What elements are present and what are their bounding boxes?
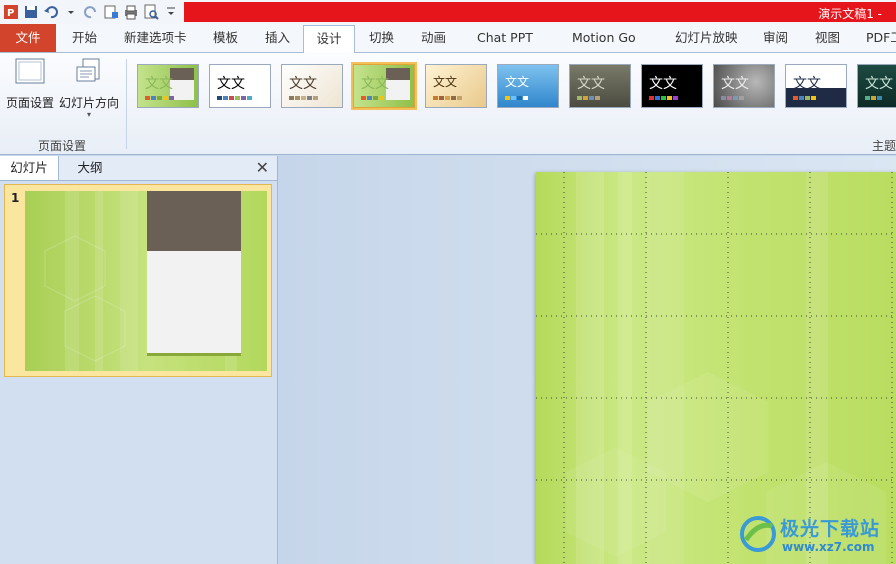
tab-file[interactable]: 文件 — [0, 24, 56, 52]
slide-thumbnail-image[interactable] — [25, 191, 267, 371]
save-icon[interactable] — [22, 3, 40, 21]
themes-group-label: 主题 — [871, 139, 896, 153]
slide-editor-area — [278, 156, 896, 564]
site-watermark: 极光下载站 www.xz7.com — [738, 510, 896, 560]
tab-outline[interactable]: 大纲 — [59, 156, 121, 180]
tab-design[interactable]: 设计 — [303, 25, 355, 54]
slide-orientation-button[interactable]: 幻灯片方向 ▾ — [58, 57, 120, 119]
document-title: 演示文稿1 - — [818, 7, 882, 21]
tab-animations[interactable]: 动画 — [421, 24, 446, 52]
print-preview-icon[interactable] — [142, 3, 160, 21]
slide-orientation-label: 幻灯片方向 — [58, 96, 119, 110]
watermark-url: www.xz7.com — [782, 540, 875, 554]
page-setup-button[interactable]: 页面设置 — [4, 57, 56, 111]
slide-orientation-dropdown-icon: ▾ — [86, 110, 91, 119]
undo-icon[interactable] — [42, 3, 60, 21]
tab-motion-go[interactable]: Motion Go — [572, 24, 636, 52]
ribbon-tab-bar: 文件 开始 新建选项卡 模板 插入 设计 切换 动画 Chat PPT Moti… — [0, 24, 896, 54]
svg-text:P: P — [7, 8, 14, 19]
tab-transitions[interactable]: 切换 — [369, 24, 394, 52]
tab-review[interactable]: 审阅 — [763, 24, 788, 52]
title-bar: P 演示文稿1 - — [0, 0, 896, 24]
theme-thumbnail-10[interactable]: 文文 — [785, 64, 847, 108]
theme-thumbnail-4-selected[interactable]: 文文 — [351, 62, 417, 110]
quick-access-toolbar: P — [0, 0, 180, 24]
tab-insert[interactable]: 插入 — [265, 24, 290, 52]
print-icon[interactable] — [122, 3, 140, 21]
page-setup-label: 页面设置 — [5, 96, 54, 110]
slide-thumbnail-selected[interactable]: 1 — [4, 184, 272, 377]
customize-toolbar-icon[interactable] — [162, 3, 180, 21]
tab-new-tab[interactable]: 新建选项卡 — [124, 24, 187, 52]
theme-thumbnail-7[interactable]: 文文 — [569, 64, 631, 108]
ribbon-design: 页面设置 幻灯片方向 ▾ 页面设置 文文 文文 文文 文文 文文 文文 文文 文… — [0, 53, 896, 155]
slides-pane-tabs: 幻灯片 大纲 ✕ — [0, 156, 277, 181]
slide-orientation-icon — [58, 57, 120, 90]
new-slide-icon[interactable] — [102, 3, 120, 21]
page-setup-group-label: 页面设置 — [38, 139, 87, 153]
tab-templates[interactable]: 模板 — [213, 24, 238, 52]
close-pane-icon[interactable]: ✕ — [256, 158, 269, 177]
theme-thumbnail-5[interactable]: 文文 — [425, 64, 487, 108]
theme-thumbnail-2[interactable]: 文文 — [209, 64, 271, 108]
slide-canvas[interactable] — [536, 172, 896, 564]
theme-thumbnail-9[interactable]: 文文 — [713, 64, 775, 108]
watermark-logo-icon — [738, 514, 778, 557]
tab-chat-ppt[interactable]: Chat PPT — [477, 24, 533, 52]
group-separator — [126, 59, 127, 149]
slide-number: 1 — [11, 191, 20, 205]
theme-thumbnail-1[interactable]: 文文 — [137, 64, 199, 108]
redo-icon[interactable] — [82, 3, 100, 21]
powerpoint-logo-icon: P — [2, 3, 20, 21]
tab-slideshow[interactable]: 幻灯片放映 — [675, 24, 738, 52]
theme-thumbnail-6[interactable]: 文文 — [497, 64, 559, 108]
undo-dropdown-icon[interactable] — [62, 3, 80, 21]
page-setup-icon — [4, 57, 56, 90]
watermark-title: 极光下载站 — [780, 518, 881, 540]
theme-thumbnail-8[interactable]: 文文 — [641, 64, 703, 108]
title-bar-banner: 演示文稿1 - — [184, 2, 896, 22]
theme-thumbnail-11[interactable]: 文文 — [857, 64, 896, 108]
tab-view[interactable]: 视图 — [815, 24, 840, 52]
tab-slides[interactable]: 幻灯片 — [0, 156, 59, 180]
tab-home[interactable]: 开始 — [72, 24, 97, 52]
theme-thumbnail-3[interactable]: 文文 — [281, 64, 343, 108]
tab-pdf-tools[interactable]: PDF工 — [866, 24, 896, 52]
